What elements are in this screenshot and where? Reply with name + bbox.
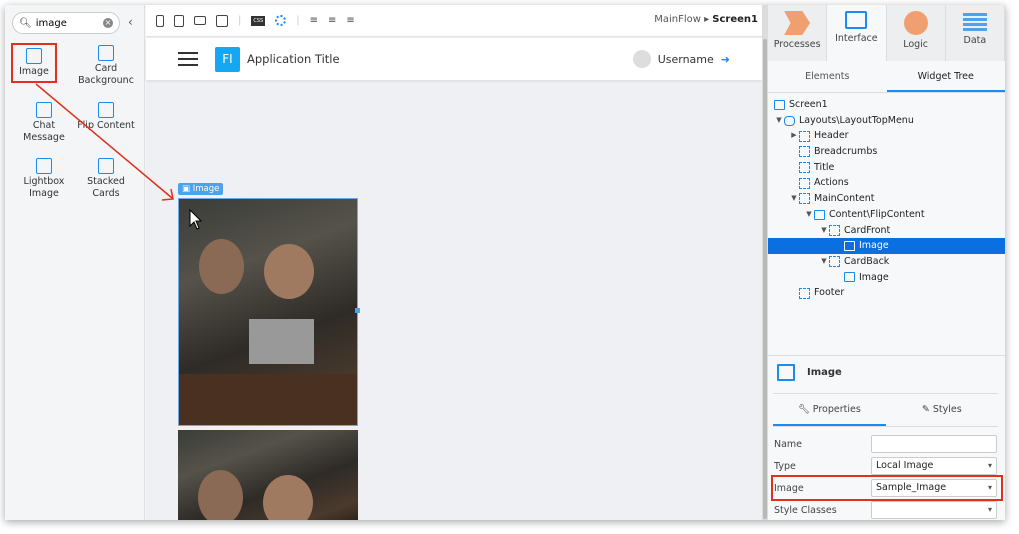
mouse-cursor-icon [189,208,203,230]
drag-arrow [35,83,203,230]
